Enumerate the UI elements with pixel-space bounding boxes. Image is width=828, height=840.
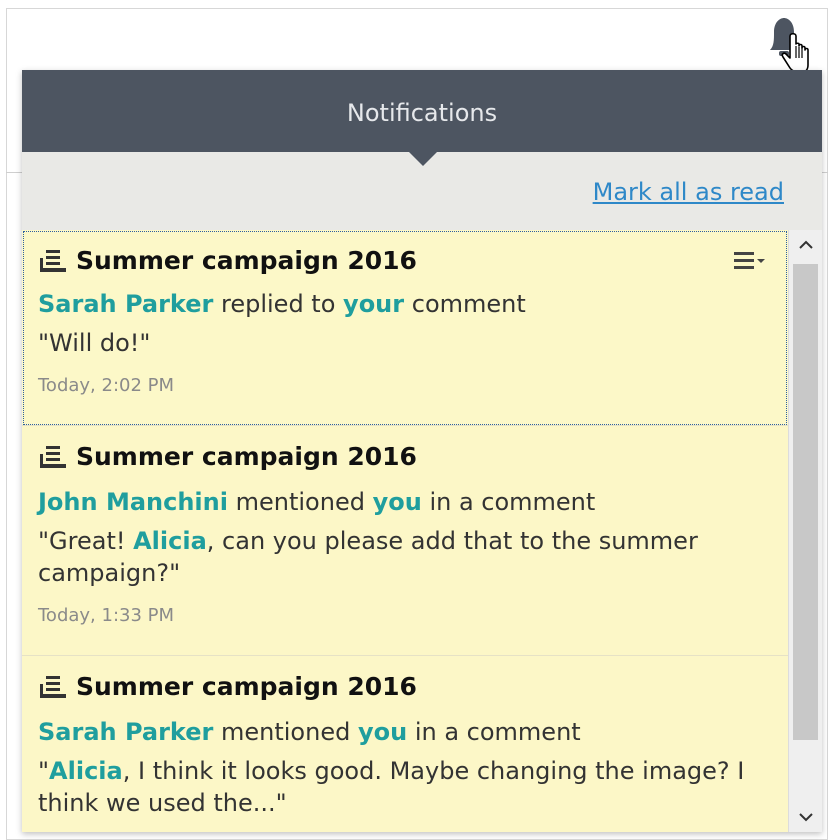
notifications-panel: Notifications Mark all as read Summer ca… — [22, 70, 822, 832]
target-mention: your — [343, 290, 405, 318]
notification-title-row: Summer campaign 2016 — [38, 230, 772, 275]
quote-text: " — [38, 757, 50, 785]
mark-all-read-link[interactable]: Mark all as read — [593, 178, 784, 206]
quote-mention[interactable]: Alicia — [133, 527, 207, 555]
actor-name[interactable]: John Manchini — [38, 488, 228, 516]
chevron-up-icon — [798, 240, 813, 249]
document-stack-icon — [40, 445, 66, 468]
notification-title: Summer campaign 2016 — [76, 442, 417, 471]
action-suffix: in a comment — [429, 488, 596, 516]
header-pointer — [408, 151, 438, 166]
scroll-thumb[interactable] — [793, 264, 818, 740]
action-suffix: in a comment — [414, 718, 581, 746]
action-verb: mentioned — [235, 488, 365, 516]
actor-name[interactable]: Sarah Parker — [38, 290, 213, 318]
notification-summary: John Manchini mentioned you in a comment — [38, 487, 772, 517]
comment-quote: "Great! Alicia, can you please add that … — [38, 525, 772, 589]
quote-mention[interactable]: Alicia — [49, 757, 123, 785]
notification-timestamp: Today, 2:02 PM — [38, 375, 175, 396]
item-menu-icon[interactable] — [734, 250, 768, 272]
notifications-header: Notifications — [22, 70, 822, 166]
panel-title: Notifications — [346, 99, 498, 127]
notification-summary: Sarah Parker replied to your comment — [38, 289, 772, 319]
notification-title-row: Summer campaign 2016 — [38, 656, 772, 701]
notification-item[interactable]: Summer campaign 2016 Sarah Parker mentio… — [22, 656, 788, 832]
comment-quote: "Will do!" — [38, 327, 772, 359]
action-suffix: comment — [411, 290, 526, 318]
notification-title: Summer campaign 2016 — [76, 246, 417, 275]
quote-text: "Will do!" — [38, 329, 151, 357]
scroll-up-button[interactable] — [789, 230, 822, 260]
notification-item[interactable]: Summer campaign 2016 John Manchini menti… — [22, 426, 788, 656]
notification-summary: Sarah Parker mentioned you in a comment — [38, 717, 772, 747]
target-mention: you — [372, 488, 422, 516]
comment-quote: "Alicia, I think it looks good. Maybe ch… — [38, 755, 772, 819]
notification-item[interactable]: Summer campaign 2016 Sarah Parker replie… — [22, 230, 788, 426]
notifications-list-wrapper: Summer campaign 2016 Sarah Parker replie… — [22, 230, 822, 832]
scroll-down-button[interactable] — [789, 802, 822, 832]
action-verb: mentioned — [221, 718, 351, 746]
bell-icon[interactable] — [764, 14, 810, 74]
document-stack-icon — [40, 675, 66, 698]
quote-text: , I think it looks good. Maybe changing … — [38, 757, 745, 817]
target-mention: you — [357, 718, 408, 746]
notification-timestamp: Today, 1:33 PM — [38, 605, 175, 626]
notifications-list: Summer campaign 2016 Sarah Parker replie… — [22, 230, 788, 832]
actor-name[interactable]: Sarah Parker — [38, 718, 213, 746]
background-divider — [822, 172, 828, 173]
notification-title-row: Summer campaign 2016 — [38, 426, 772, 471]
notification-title: Summer campaign 2016 — [76, 672, 417, 701]
vertical-scrollbar[interactable] — [788, 230, 822, 832]
chevron-down-icon — [798, 813, 813, 822]
quote-text: "Great! — [38, 527, 134, 555]
action-verb: replied to — [221, 290, 336, 318]
background-divider — [6, 172, 22, 173]
document-stack-icon — [40, 249, 66, 272]
